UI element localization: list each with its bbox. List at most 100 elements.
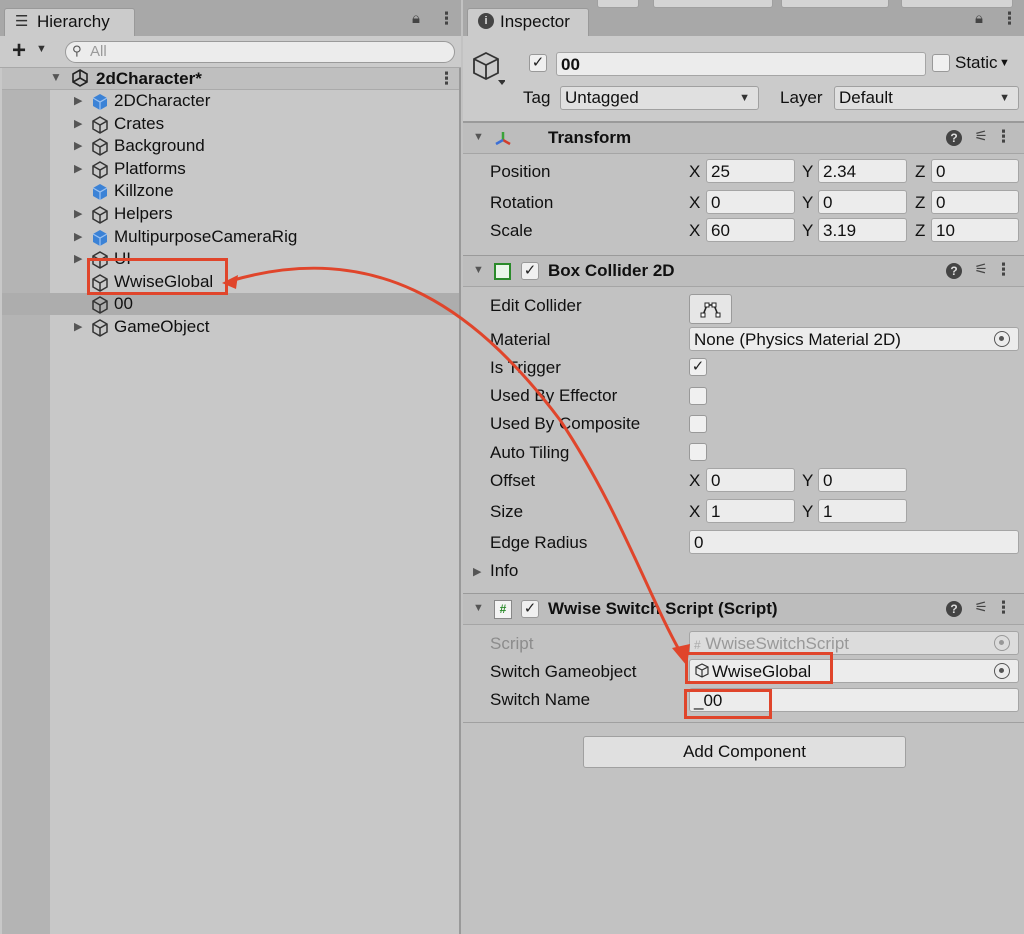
info-fold-icon[interactable]: ▶ — [473, 565, 481, 578]
hierarchy-item-label: Platforms — [114, 158, 186, 178]
toolbar-strip — [653, 0, 773, 8]
hierarchy-item[interactable]: ▶ Helpers — [50, 203, 459, 225]
hierarchy-item[interactable]: ▶ Background — [50, 135, 459, 157]
object-picker-icon[interactable] — [994, 663, 1010, 679]
static-label: Static — [955, 53, 998, 72]
object-picker-icon[interactable] — [994, 331, 1010, 347]
component-menu-icon[interactable]: ⋮ — [995, 598, 1012, 618]
script-file-icon: # — [694, 638, 701, 652]
expand-caret-icon[interactable]: ▼ — [50, 70, 62, 84]
component-menu-icon[interactable]: ⋮ — [995, 127, 1012, 147]
more-options-icon[interactable]: ⋮ — [1001, 9, 1018, 29]
position-z-field[interactable]: 0 — [931, 159, 1019, 183]
static-dropdown-icon[interactable]: ▼ — [999, 57, 1010, 69]
preset-sliders-icon[interactable]: ⚟ — [975, 598, 988, 616]
hierarchy-item[interactable]: ▶ GameObject — [50, 316, 459, 338]
offset-x-field[interactable]: 0 — [706, 468, 795, 492]
gameobject-cube-icon[interactable] — [471, 50, 506, 93]
script-label: Script — [490, 634, 534, 653]
rotation-x-axis-label: X — [689, 193, 701, 212]
fold-caret-icon[interactable]: ▼ — [473, 131, 484, 143]
rotation-x-field[interactable]: 0 — [706, 190, 795, 214]
rotation-z-field[interactable]: 0 — [931, 190, 1019, 214]
hierarchy-tab[interactable]: ☰ Hierarchy — [4, 8, 135, 36]
help-icon[interactable]: ? — [946, 601, 962, 617]
hierarchy-item[interactable]: 00 — [2, 293, 459, 316]
auto-tiling-checkbox[interactable] — [689, 443, 707, 461]
hierarchy-search-input[interactable]: ⚲ All — [65, 41, 455, 63]
annotation-box-switch-name — [684, 689, 772, 719]
help-icon[interactable]: ? — [946, 263, 962, 279]
expand-caret-icon[interactable]: ▶ — [74, 139, 82, 152]
scale-y-field[interactable]: 3.19 — [818, 218, 907, 242]
material-field[interactable]: None (Physics Material 2D) — [689, 327, 1019, 351]
info-foldout-label[interactable]: Info — [490, 561, 518, 581]
size-y-field[interactable]: 1 — [818, 499, 907, 523]
edit-collider-button[interactable] — [689, 294, 732, 324]
lock-icon[interactable]: 🔒︎ — [412, 10, 420, 27]
help-icon[interactable]: ? — [946, 130, 962, 146]
fold-caret-icon[interactable]: ▼ — [473, 264, 484, 276]
used-by-effector-checkbox[interactable] — [689, 387, 707, 405]
expand-caret-icon[interactable]: ▶ — [74, 320, 82, 333]
size-x-field[interactable]: 1 — [706, 499, 795, 523]
add-component-button[interactable]: Add Component — [583, 736, 906, 768]
scene-name: 2dCharacter* — [96, 69, 202, 88]
static-checkbox[interactable] — [932, 54, 950, 72]
edge-radius-field[interactable]: 0 — [689, 530, 1019, 554]
chevron-down-icon[interactable]: ▼ — [36, 43, 47, 55]
inspector-tab-bar: i Inspector 🔒︎ ⋮ — [463, 0, 1024, 36]
expand-caret-icon[interactable]: ▶ — [74, 252, 82, 265]
component-menu-icon[interactable]: ⋮ — [995, 260, 1012, 280]
edit-collider-icon — [700, 302, 721, 318]
active-checkbox[interactable]: ✓ — [529, 54, 547, 72]
wwise-script-header[interactable]: ▼ # ✓ Wwise Switch Script (Script) ? ⚟ ⋮ — [463, 593, 1024, 625]
used-by-effector-label: Used By Effector — [490, 386, 618, 405]
offset-y-field[interactable]: 0 — [818, 468, 907, 492]
wwise-script-enabled-checkbox[interactable]: ✓ — [521, 600, 539, 618]
rotation-y-field[interactable]: 0 — [818, 190, 907, 214]
position-y-field[interactable]: 2.34 — [818, 159, 907, 183]
box-collider-header[interactable]: ▼ ✓ Box Collider 2D ? ⚟ ⋮ — [463, 255, 1024, 287]
inspector-tab[interactable]: i Inspector — [467, 8, 589, 36]
box-collider-enabled-checkbox[interactable]: ✓ — [521, 262, 539, 280]
layer-dropdown[interactable]: Default ▼ — [834, 86, 1019, 110]
gameobject-cube-icon — [90, 137, 110, 157]
preset-sliders-icon[interactable]: ⚟ — [975, 260, 988, 278]
hierarchy-item-label: 2DCharacter — [114, 91, 211, 110]
scale-z-field[interactable]: 10 — [931, 218, 1019, 242]
used-by-composite-checkbox[interactable] — [689, 415, 707, 433]
scale-x-field[interactable]: 60 — [706, 218, 795, 242]
transform-header[interactable]: ▼ Transform ? ⚟ ⋮ — [463, 122, 1024, 154]
preset-sliders-icon[interactable]: ⚟ — [975, 127, 988, 145]
hierarchy-item[interactable]: ▶ Crates — [50, 113, 459, 135]
scene-more-icon[interactable]: ⋮ — [438, 69, 455, 89]
hierarchy-item[interactable]: ▶ 2DCharacter — [50, 90, 459, 112]
expand-caret-icon[interactable]: ▶ — [74, 94, 82, 107]
scene-row[interactable]: ▼ 2dCharacter* ⋮ — [2, 68, 459, 90]
tag-dropdown[interactable]: Untagged ▼ — [560, 86, 759, 110]
fold-caret-icon[interactable]: ▼ — [473, 602, 484, 614]
position-x-field[interactable]: 25 — [706, 159, 795, 183]
lock-icon[interactable]: 🔒︎ — [975, 10, 983, 27]
inspector-tab-label: Inspector — [500, 12, 570, 31]
expand-caret-icon[interactable]: ▶ — [74, 162, 82, 175]
is-trigger-checkbox[interactable]: ✓ — [689, 358, 707, 376]
hierarchy-gutter — [2, 90, 50, 934]
hierarchy-item-label: Background — [114, 136, 205, 156]
more-options-icon[interactable]: ⋮ — [438, 9, 455, 29]
edit-collider-label: Edit Collider — [490, 296, 582, 315]
hierarchy-item[interactable]: ▶ MultipurposeCameraRig — [50, 226, 459, 248]
layer-value: Default — [839, 88, 893, 107]
position-label: Position — [490, 162, 551, 181]
expand-caret-icon[interactable]: ▶ — [74, 117, 82, 130]
auto-tiling-label: Auto Tiling — [490, 443, 570, 462]
expand-caret-icon[interactable]: ▶ — [74, 207, 82, 220]
create-plus-icon[interactable]: + — [12, 38, 26, 64]
object-name-field[interactable]: 00 — [556, 52, 926, 76]
expand-caret-icon[interactable]: ▶ — [74, 230, 82, 243]
hierarchy-item[interactable]: Killzone — [50, 180, 459, 202]
hierarchy-item[interactable]: ▶ Platforms — [50, 158, 459, 180]
offset-y-axis-label: Y — [802, 471, 814, 490]
script-value: WwiseSwitchScript — [705, 634, 850, 653]
